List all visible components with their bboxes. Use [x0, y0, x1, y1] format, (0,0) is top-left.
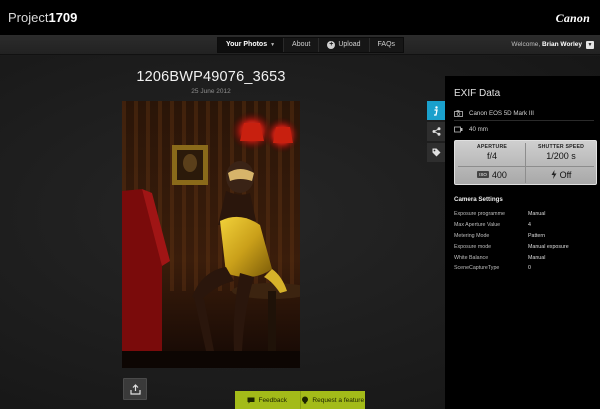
photo-viewer[interactable] [122, 101, 300, 368]
nav-bar: Your Photos ▼ About + Upload FAQs Welcom… [0, 35, 600, 55]
photo-date: 25 June 2012 [191, 88, 231, 95]
table-row: Metering Mode Pattern [454, 231, 596, 242]
flash-value: Off [559, 170, 572, 180]
canon-logo[interactable]: Canon [556, 11, 590, 26]
tag-icon [432, 148, 440, 157]
lightbulb-icon [302, 396, 309, 404]
plus-circle-icon: + [327, 41, 336, 49]
feedback-button[interactable]: Feedback [235, 391, 301, 409]
iso-value: 400 [491, 170, 507, 180]
camera-row: Canon EOS 5D Mark III [454, 107, 594, 119]
welcome-text: Welcome, Brian Worley [511, 41, 582, 48]
aperture-label: APERTURE [476, 144, 508, 150]
camera-settings-title: Camera Settings [454, 196, 503, 203]
setting-key: Exposure mode [454, 243, 492, 250]
camera-icon [454, 109, 463, 117]
shutter-cell: SHUTTER SPEED 1/200 s [527, 144, 595, 161]
export-button[interactable] [123, 378, 147, 400]
share-icon [432, 127, 440, 136]
camera-settings-table: Exposure programme Manual Max Aperture V… [454, 209, 596, 274]
caret-down-icon: ▼ [270, 42, 276, 48]
photo-title: 1206BWP49076_3653 [136, 69, 286, 85]
info-icon [434, 105, 438, 116]
shutter-label: SHUTTER SPEED [537, 144, 585, 150]
setting-value: Manual exposure [528, 243, 569, 250]
tab-tags[interactable] [427, 143, 445, 162]
export-icon [129, 383, 141, 395]
brand-prefix: Project [8, 10, 49, 25]
lens-icon [454, 126, 463, 132]
setting-value: Pattern [528, 232, 546, 239]
request-feature-button[interactable]: Request a feature [301, 391, 366, 409]
table-row: Exposure mode Manual exposure [454, 241, 596, 252]
speech-bubble-icon [247, 397, 255, 403]
setting-key: SceneCaptureType [454, 265, 500, 272]
request-feature-label: Request a feature [312, 396, 365, 404]
nav-about-label: About [292, 41, 311, 48]
feedback-label: Feedback [258, 396, 288, 404]
table-row: Exposure programme Manual [454, 209, 596, 220]
nav-faqs-label: FAQs [377, 41, 396, 48]
flash-cell: Off [527, 169, 595, 180]
aperture-cell: APERTURE f/4 [459, 144, 525, 161]
setting-key: White Balance [454, 254, 489, 261]
user-name[interactable]: Brian Worley [542, 41, 582, 48]
box-divider-vertical [525, 143, 526, 183]
tab-share[interactable] [427, 122, 445, 141]
camera-model: Canon EOS 5D Mark III [469, 109, 534, 117]
side-tabs [427, 101, 445, 164]
setting-value: Manual [528, 254, 546, 261]
exposure-settings-box: APERTURE f/4 SHUTTER SPEED 1/200 s ISO 4… [454, 140, 597, 185]
setting-key: Exposure programme [454, 211, 505, 218]
nav-your-photos[interactable]: Your Photos ▼ [218, 38, 285, 52]
nav-faqs[interactable]: FAQs [370, 38, 404, 52]
shutter-value: 1/200 s [546, 151, 576, 161]
main-nav: Your Photos ▼ About + Upload FAQs [217, 37, 405, 53]
flash-icon [551, 170, 557, 179]
setting-value: 0 [528, 265, 531, 272]
top-header: Project1709 Canon [0, 0, 600, 35]
exif-panel: EXIF Data Canon EOS 5D Mark III 40 mm AP… [445, 76, 600, 409]
focal-length: 40 mm [469, 125, 488, 133]
nav-your-photos-label: Your Photos [226, 41, 268, 48]
exif-title: EXIF Data [454, 88, 501, 99]
welcome-prefix: Welcome, [511, 41, 541, 48]
photo-image [122, 101, 300, 368]
table-row: White Balance Manual [454, 252, 596, 263]
setting-value: 4 [528, 222, 531, 229]
box-divider-horizontal [458, 166, 594, 167]
tab-info[interactable] [427, 101, 445, 120]
nav-upload-label: Upload [338, 41, 361, 48]
aperture-value: f/4 [486, 151, 497, 161]
setting-key: Metering Mode [454, 232, 490, 239]
setting-key: Max Aperture Value [454, 222, 501, 229]
divider [454, 120, 594, 121]
lens-row: 40 mm [454, 123, 594, 135]
table-row: Max Aperture Value 4 [454, 220, 596, 231]
setting-value: Manual [528, 211, 546, 218]
user-menu-caret-icon[interactable]: ▼ [586, 41, 594, 49]
iso-cell: ISO 400 [459, 169, 525, 180]
nav-about[interactable]: About [284, 38, 320, 52]
feedback-bar: Feedback Request a feature [235, 391, 365, 409]
brand-number: 1709 [48, 10, 78, 25]
nav-upload[interactable]: + Upload [319, 38, 370, 52]
table-row: SceneCaptureType 0 [454, 263, 596, 274]
project-logo[interactable]: Project1709 [8, 10, 77, 25]
iso-badge: ISO [477, 171, 489, 178]
